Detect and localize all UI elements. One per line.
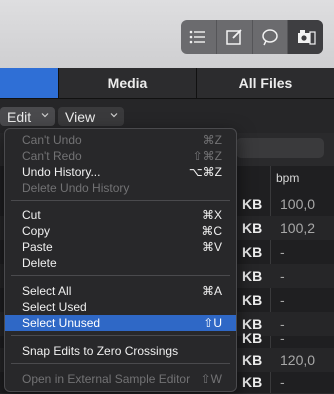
menu-item-cant-redo: Can't Redo ⇧⌘Z xyxy=(5,148,236,164)
bpm-cell: - xyxy=(280,374,285,390)
bpm-cell: - xyxy=(280,244,285,260)
menu-item-select-all[interactable]: Select All ⌘A xyxy=(5,283,236,299)
file-size-cell: KB xyxy=(242,374,263,390)
menu-item-label: Delete Undo History xyxy=(22,181,130,195)
file-size-cell: KB xyxy=(242,292,263,308)
menu-item-shortcut: ⇧⌘Z xyxy=(192,149,222,163)
menu-item-label: Copy xyxy=(22,224,51,238)
menu-item-shortcut: ⌘X xyxy=(201,208,222,222)
menu-item-label: Can't Redo xyxy=(22,149,82,163)
bpm-cell: 100,2 xyxy=(280,220,316,236)
menu-item-shortcut: ⇧W xyxy=(200,372,222,386)
menu-item-shortcut: ⌥⌘Z xyxy=(188,165,222,179)
menu-item-label: Snap Edits to Zero Crossings xyxy=(22,344,179,358)
bpm-column-header[interactable]: bpm xyxy=(276,166,299,190)
menu-item-shortcut: ⌘Z xyxy=(202,133,222,147)
tab-all-files[interactable]: All Files xyxy=(196,68,334,98)
tab-media[interactable]: Media xyxy=(58,68,196,98)
file-size-cell: KB xyxy=(242,330,263,346)
file-size-cell: KB xyxy=(242,196,263,212)
menu-item-select-unused[interactable]: Select Unused ⇧U xyxy=(5,315,236,331)
chevron-down-icon xyxy=(41,113,49,118)
edit-menu-button[interactable]: Edit xyxy=(0,107,55,126)
menu-item-label: Paste xyxy=(22,240,53,254)
view-toolbar-group xyxy=(181,20,323,54)
bpm-cell: - xyxy=(280,268,285,284)
menu-separator xyxy=(11,200,230,201)
view-menu-button[interactable]: View xyxy=(58,107,124,126)
loop-icon xyxy=(262,29,278,46)
tab-active[interactable] xyxy=(0,68,58,98)
search-field[interactable] xyxy=(236,138,324,158)
media-browser-icon xyxy=(297,30,316,45)
window-titlebar xyxy=(0,0,334,69)
menu-item-shortcut: ⌘V xyxy=(201,240,222,254)
menu-item-select-used[interactable]: Select Used xyxy=(5,299,236,315)
menu-item-shortcut: ⌘C xyxy=(201,224,222,238)
bpm-cell: 100,0 xyxy=(280,196,316,212)
file-size-cell: KB xyxy=(242,352,263,368)
menu-item-paste[interactable]: Paste ⌘V xyxy=(5,239,236,255)
menu-item-undo-history[interactable]: Undo History... ⌥⌘Z xyxy=(5,164,236,180)
menu-item-cant-undo: Can't Undo ⌘Z xyxy=(5,132,236,148)
bpm-cell: 120,0 xyxy=(280,352,316,368)
menu-item-label: Delete xyxy=(22,256,57,270)
menu-separator xyxy=(11,275,230,276)
file-size-cell: KB xyxy=(242,268,263,284)
bpm-cell: - xyxy=(280,330,285,346)
menu-item-label: Undo History... xyxy=(22,165,101,179)
list-editors-button[interactable] xyxy=(181,20,217,54)
menu-item-delete-undo-history: Delete Undo History xyxy=(5,180,236,196)
notepad-icon xyxy=(226,29,242,45)
chevron-down-icon xyxy=(110,113,118,118)
menu-separator xyxy=(11,335,230,336)
view-menu-label: View xyxy=(65,108,96,125)
menu-item-delete[interactable]: Delete xyxy=(5,255,236,271)
menu-item-snap-edits-to-zero-crossings[interactable]: Snap Edits to Zero Crossings xyxy=(5,343,236,359)
menu-item-label: Select Used xyxy=(22,300,87,314)
loop-browser-button[interactable] xyxy=(253,20,289,54)
file-size-cell: KB xyxy=(242,220,263,236)
browser-tabs: Media All Files xyxy=(0,68,334,99)
bpm-cell: - xyxy=(280,292,285,308)
menu-separator xyxy=(11,363,230,364)
menu-item-label: Can't Undo xyxy=(22,133,82,147)
menu-item-cut[interactable]: Cut ⌘X xyxy=(5,207,236,223)
menu-item-label: Select All xyxy=(22,284,72,298)
file-size-cell: KB xyxy=(242,244,263,260)
menu-item-label: Cut xyxy=(22,208,41,222)
menu-item-open-in-external-sample-editor: Open in External Sample Editor ⇧W xyxy=(5,371,236,387)
edit-menu-label: Edit xyxy=(7,108,32,125)
notepad-button[interactable] xyxy=(217,20,253,54)
list-icon xyxy=(190,30,206,44)
edit-dropdown-menu: Can't Undo ⌘Z Can't Redo ⇧⌘Z Undo Histor… xyxy=(4,128,237,392)
menu-item-shortcut: ⌘A xyxy=(201,284,222,298)
menu-item-copy[interactable]: Copy ⌘C xyxy=(5,223,236,239)
menu-item-label: Select Unused xyxy=(22,316,101,330)
menu-item-shortcut: ⇧U xyxy=(203,316,222,330)
menu-item-label: Open in External Sample Editor xyxy=(22,372,191,386)
media-browser-button[interactable] xyxy=(288,20,323,54)
